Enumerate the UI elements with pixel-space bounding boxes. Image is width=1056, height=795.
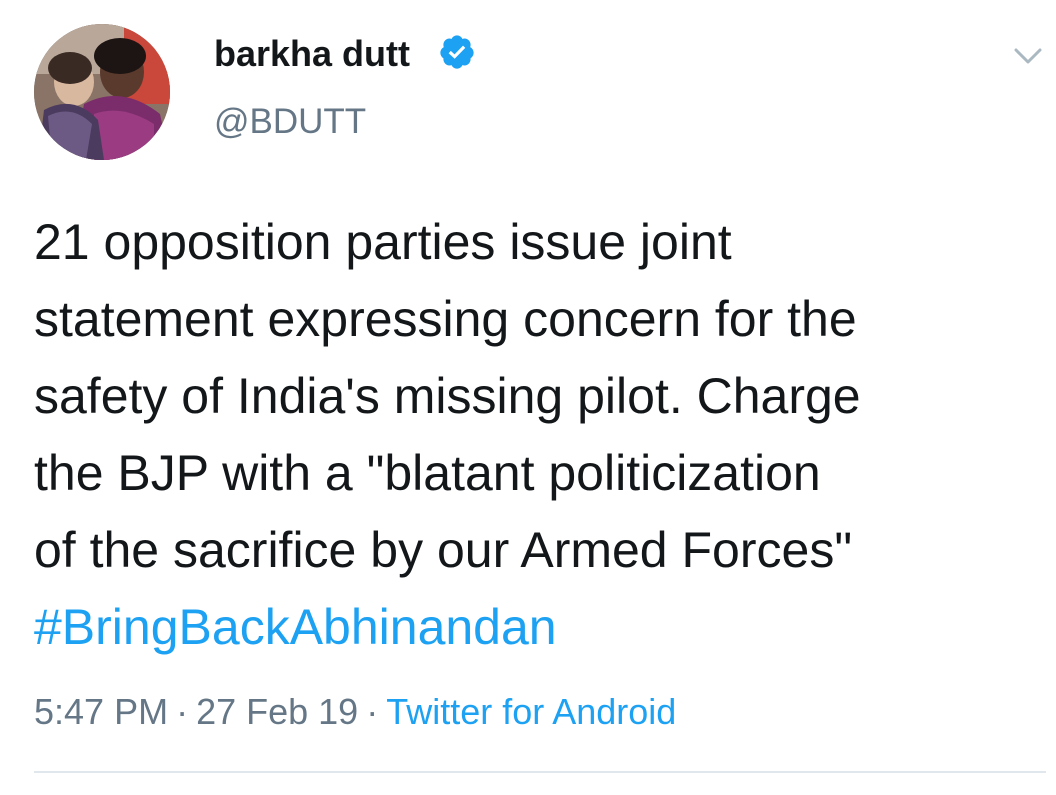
tweet-line: of the sacrifice by our Armed Forces": [34, 522, 853, 578]
meta-separator: ·: [176, 691, 189, 732]
tweet-meta: 5:47 PM · 27 Feb 19 · Twitter for Android: [34, 688, 676, 736]
divider: [34, 771, 1046, 773]
profile-photo: [34, 24, 170, 160]
tweet-time[interactable]: 5:47 PM: [34, 691, 168, 732]
tweet-line: 21 opposition parties issue joint: [34, 214, 732, 270]
user-handle[interactable]: @BDUTT: [214, 100, 366, 144]
tweet-line: statement expressing concern for the: [34, 291, 857, 347]
tweet-line: the BJP with a "blatant politicization: [34, 445, 821, 501]
chevron-down-icon[interactable]: [1010, 38, 1046, 74]
hashtag-link[interactable]: #BringBackAbhinandan: [34, 589, 1050, 666]
tweet-text: 21 opposition parties issue joint statem…: [34, 204, 1050, 666]
display-name[interactable]: barkha dutt: [214, 32, 410, 76]
tweet-date[interactable]: 27 Feb 19: [196, 691, 358, 732]
tweet-line: safety of India's missing pilot. Charge: [34, 368, 861, 424]
avatar[interactable]: [34, 24, 170, 160]
verified-badge-icon: [440, 35, 474, 69]
source-link[interactable]: Twitter for Android: [386, 691, 676, 732]
meta-separator: ·: [366, 691, 379, 732]
